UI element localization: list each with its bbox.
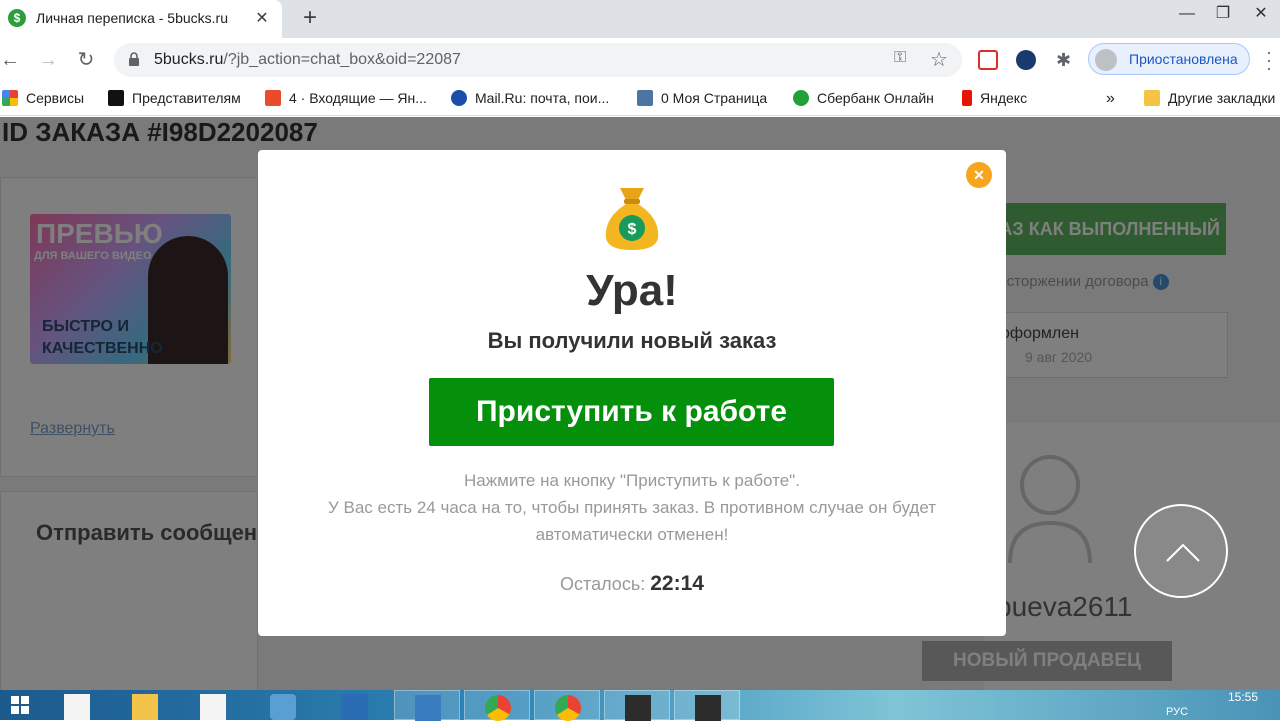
modal-title: Ура! [586,266,678,315]
vk-icon [637,90,653,106]
mail-icon [265,90,281,106]
timer-label: Осталось: [560,574,646,594]
at-icon [451,90,467,106]
bookmark-vk[interactable]: 0 Моя Страница [637,90,767,108]
yandex-icon [962,90,972,106]
tray-clock[interactable]: 15:55 [1228,690,1258,704]
bookmark-representatives[interactable]: Представителям [108,90,241,108]
chevron-up-icon [1166,543,1200,562]
taskbar-file-icon[interactable] [44,690,110,720]
reload-icon[interactable]: ↻ [72,46,100,74]
new-tab-plus-icon[interactable]: + [296,4,324,32]
os-taskbar: РУС 15:55 [0,690,1280,721]
bookmark-sberbank[interactable]: Сбербанк Онлайн [793,90,934,108]
url-text: 5bucks.ru/?jb_action=chat_box&oid=22087 [154,51,461,68]
folder-icon [1144,90,1160,106]
window-close-icon[interactable]: ✕ [1238,0,1280,30]
tab-active[interactable]: $ Личная переписка - 5bucks.ru ✕ [0,0,282,38]
money-bag-icon: $ [605,188,659,250]
close-icon[interactable]: ✕ [966,162,992,188]
dollar-favicon-icon: $ [8,9,26,27]
modal-hint-3: автоматически отменен! [535,525,729,544]
tab-title: Личная переписка - 5bucks.ru [36,10,228,26]
taskbar-chrome-icon[interactable] [464,690,530,721]
more-menu-icon[interactable]: · · · [1262,43,1276,77]
taskbar-lenovo-icon[interactable] [394,690,460,721]
close-icon[interactable]: ✕ [252,9,272,29]
bookmark-mailru[interactable]: Mail.Ru: почта, пои... [451,90,609,108]
back-arrow-icon[interactable]: ← [0,46,24,74]
profile-button[interactable]: Приостановлена [1088,43,1250,75]
bookmark-services[interactable]: Сервисы [2,90,84,108]
address-bar[interactable]: 5bucks.ru/?jb_action=chat_box&oid=22087 … [114,43,962,77]
extension-shield-icon[interactable] [978,50,998,70]
profile-label: Приостановлена [1129,51,1238,67]
svg-text:$: $ [628,221,637,238]
scroll-to-top-button[interactable] [1134,504,1228,598]
bookmark-other-folder[interactable]: Другие закладки [1144,90,1275,108]
bookmarks-overflow-icon[interactable]: » [1106,90,1115,108]
tab-strip: $ Личная переписка - 5bucks.ru ✕ + — ❐ ✕ [0,0,1280,38]
modal-subtitle: Вы получили новый заказ [487,328,777,353]
avatar [1095,49,1117,71]
taskbar-app-icon[interactable] [604,690,670,721]
start-work-button[interactable]: Приступить к работе [429,378,834,446]
modal-hint-2: У Вас есть 24 часа на то, чтобы принять … [327,498,937,517]
tray-language[interactable]: РУС [1166,706,1188,718]
lock-icon [129,52,139,66]
forward-arrow-icon[interactable]: → [34,46,62,74]
bookmark-star-icon[interactable]: ☆ [930,47,948,72]
puzzle-extensions-icon[interactable]: ✱ [1056,50,1076,70]
windows-start-icon[interactable] [10,695,30,715]
taskbar-app-icon[interactable] [674,690,740,721]
taskbar-media-icon[interactable] [250,690,316,720]
apps-grid-icon [2,90,18,106]
bookmark-yandex[interactable]: Яндекс [962,90,1027,108]
bookmark-yandex-mail[interactable]: 4 · Входящие — Ян... [265,90,427,108]
modal-hint-1: Нажмите на кнопку "Приступить к работе". [464,471,800,490]
taskbar-mail-icon[interactable] [322,690,388,720]
taskbar-document-icon[interactable] [180,690,246,720]
taskbar-explorer-icon[interactable] [112,690,178,720]
sber-icon [793,90,809,106]
timer-value: 22:14 [650,572,704,595]
taskbar-chrome-icon[interactable] [534,690,600,721]
new-order-modal: ✕ $ Ура! Вы получили новый заказ Приступ… [258,150,1006,636]
key-icon[interactable]: ⚿ [894,49,906,67]
a-logo-icon [108,90,124,106]
countdown-timer: Осталось: 22:14 [258,572,1006,596]
browser-toolbar: ← → ↻ 5bucks.ru/?jb_action=chat_box&oid=… [0,38,1280,82]
bookmarks-bar: Сервисы Представителям 4 · Входящие — Ян… [0,82,1280,116]
download-extension-icon[interactable] [1016,50,1036,70]
